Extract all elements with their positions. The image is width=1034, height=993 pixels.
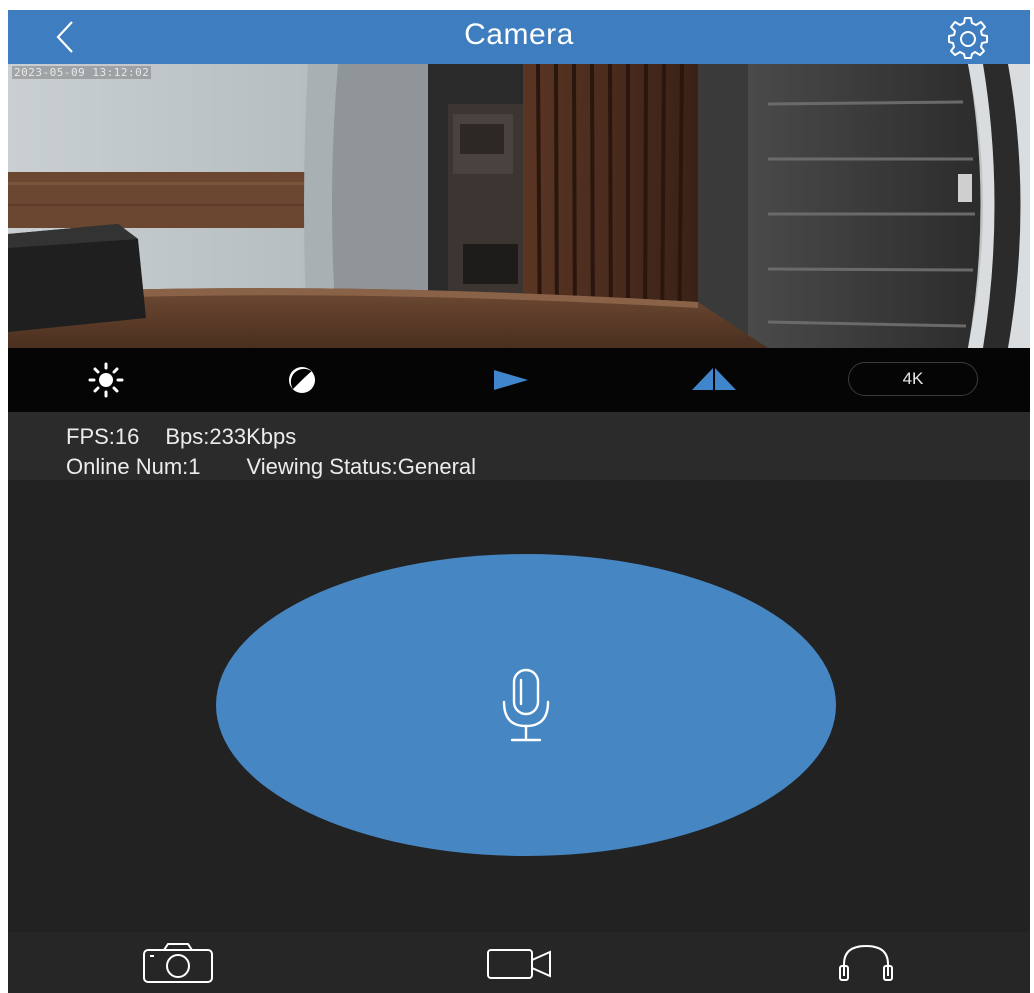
talk-area [8, 480, 1030, 932]
camera-snapshot-icon[interactable] [138, 940, 218, 986]
video-controls: 4K [8, 348, 1030, 412]
app-frame: Camera 2023-05-09 13:12:02 4K FPS:16 Bps… [8, 10, 1030, 993]
stats-line-1: FPS:16 Bps:233Kbps [66, 424, 296, 450]
stream-stats: FPS:16 Bps:233Kbps Online Num:1 Viewing St… [8, 412, 1030, 480]
bottom-bar [8, 932, 1030, 993]
viewing-status: Viewing Status:General [246, 454, 477, 479]
camera-image [8, 64, 1030, 348]
flip-vertical-icon[interactable] [684, 358, 744, 402]
video-timestamp: 2023-05-09 13:12:02 [12, 66, 152, 79]
brightness-icon[interactable] [84, 358, 128, 402]
video-feed[interactable]: 2023-05-09 13:12:02 [8, 64, 1030, 348]
page-title: Camera [464, 18, 574, 51]
top-bar: Camera [8, 10, 1030, 64]
bps-value: Bps:233Kbps [165, 424, 297, 449]
talk-button[interactable] [216, 554, 836, 856]
online-num: Online Num:1 [66, 454, 201, 479]
gear-icon[interactable] [946, 16, 990, 60]
fps-value: FPS:16 [66, 424, 140, 449]
headphones-icon[interactable] [826, 940, 906, 986]
quality-button[interactable]: 4K [848, 362, 978, 396]
flip-horizontal-icon[interactable] [486, 358, 536, 402]
contrast-icon[interactable] [280, 358, 324, 402]
video-record-icon[interactable] [482, 940, 558, 986]
stats-line-2: Online Num:1 Viewing Status:General [66, 454, 476, 480]
microphone-icon [502, 668, 550, 742]
